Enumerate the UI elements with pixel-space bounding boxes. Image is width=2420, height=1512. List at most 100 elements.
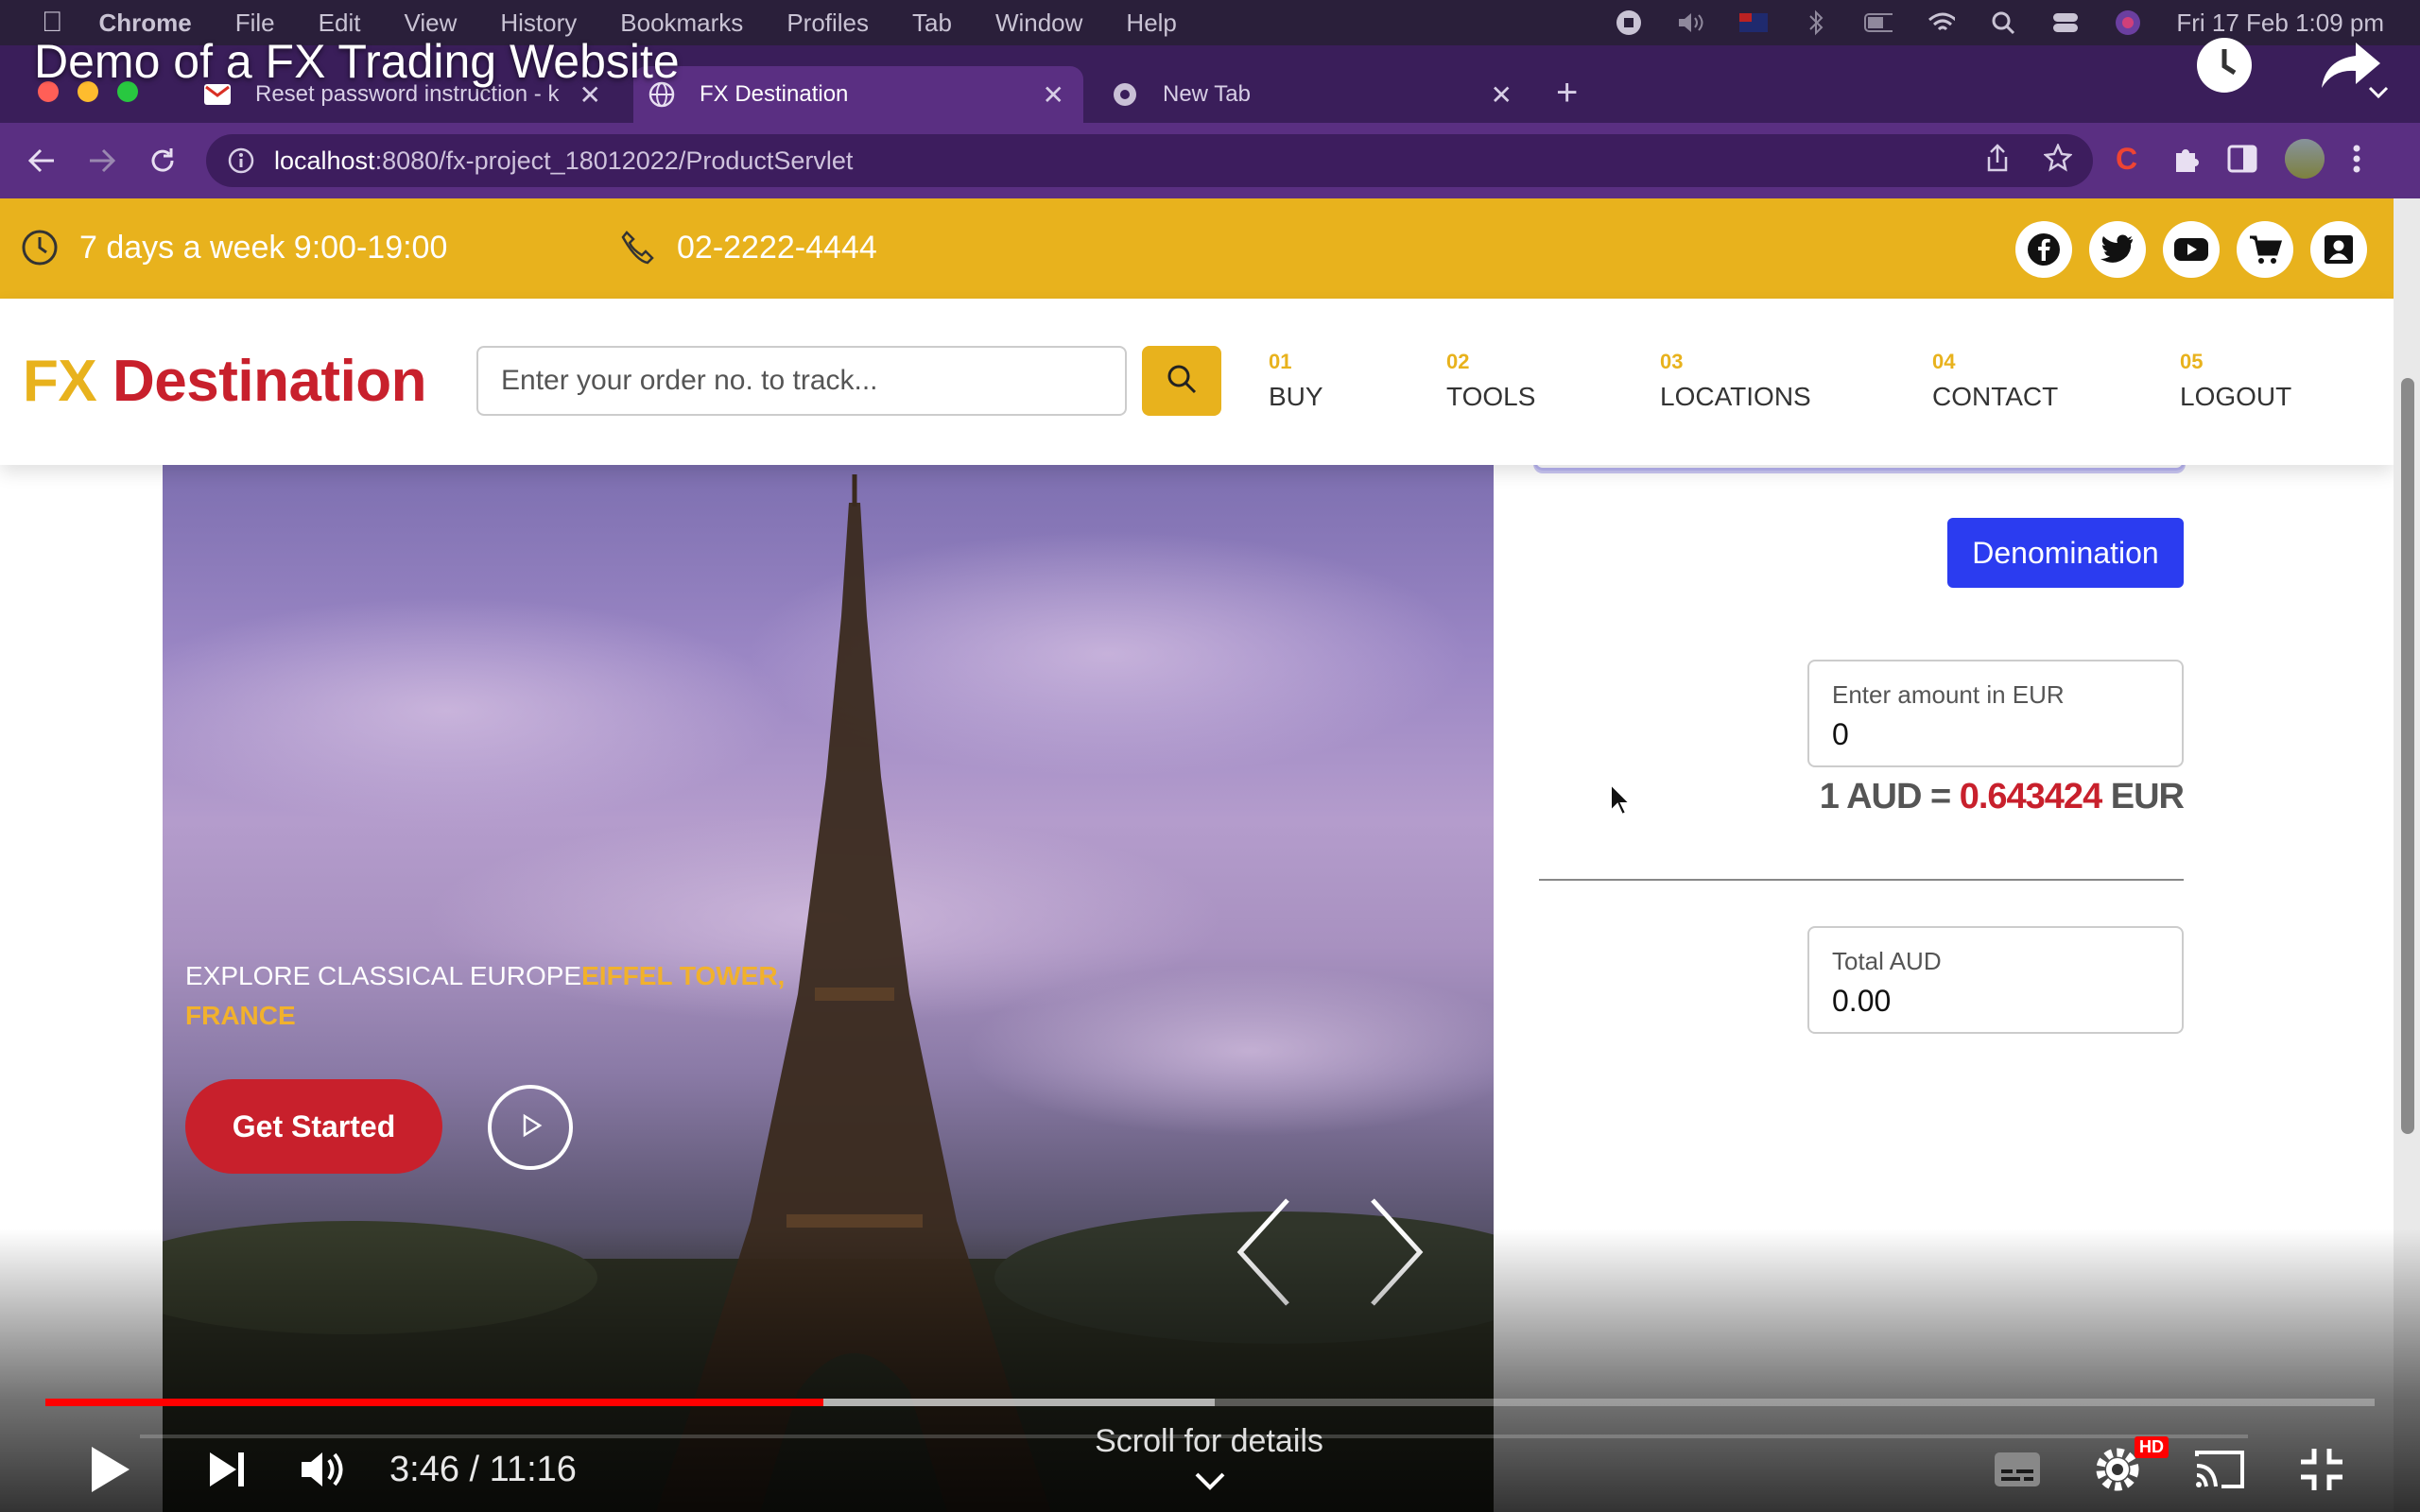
progress-played <box>45 1399 823 1406</box>
amount-eur-value[interactable]: 0 <box>1832 717 2159 752</box>
page-scrollbar[interactable] <box>2394 198 2420 1512</box>
nav-item-contact[interactable]: 04 CONTACT <box>1932 350 2058 412</box>
get-started-button[interactable]: Get Started <box>185 1079 442 1174</box>
close-icon[interactable]: ✕ <box>1043 79 1064 111</box>
url-path: :8080/fx-project_18012022/ProductServlet <box>374 146 854 175</box>
tab-fx-destination[interactable]: FX Destination ✕ <box>633 66 1083 123</box>
video-title[interactable]: Demo of a FX Trading Website <box>34 34 680 89</box>
profile-avatar[interactable] <box>2284 138 2325 184</box>
nav-item-tools[interactable]: 02 TOOLS <box>1446 350 1535 412</box>
time-display: 3:46 / 11:16 <box>389 1450 577 1489</box>
menu-history[interactable]: History <box>500 9 577 38</box>
cart-icon[interactable] <box>2237 221 2293 278</box>
main-content: EXPLORE CLASSICAL EUROPEEIFFEL TOWER, FR… <box>0 446 2394 1512</box>
tab-label: New Tab <box>1163 81 1251 107</box>
menu-bookmarks[interactable]: Bookmarks <box>620 9 743 38</box>
bookmark-star-icon[interactable] <box>2043 142 2073 179</box>
menu-help[interactable]: Help <box>1126 9 1176 38</box>
address-bar[interactable]: localhost:8080/fx-project_18012022/Produ… <box>206 134 2093 187</box>
back-icon[interactable] <box>21 140 62 181</box>
business-hours: 7 days a week 9:00-19:00 <box>21 229 447 266</box>
rate-value: 0.643424 <box>1959 777 2102 816</box>
total-aud-label: Total AUD <box>1832 947 1942 975</box>
exit-fullscreen-icon[interactable] <box>2293 1436 2350 1503</box>
divider <box>1539 879 2184 881</box>
close-icon[interactable]: ✕ <box>1491 79 1512 111</box>
hours-text: 7 days a week 9:00-19:00 <box>79 229 448 266</box>
play-icon <box>517 1112 544 1143</box>
spotlight-search-icon[interactable] <box>1989 10 2017 35</box>
chrome-menu-icon[interactable] <box>2352 144 2361 179</box>
nav-item-locations[interactable]: 03 LOCATIONS <box>1660 350 1811 412</box>
play-video-button[interactable] <box>488 1085 573 1170</box>
mouse-cursor-icon <box>1609 782 1633 816</box>
amount-eur-field[interactable]: Enter amount in EUR 0 <box>1807 660 2184 767</box>
site-info-icon[interactable] <box>227 146 255 175</box>
hd-badge: HD <box>2135 1436 2169 1458</box>
battery-icon[interactable] <box>1864 10 1893 35</box>
menu-profiles[interactable]: Profiles <box>786 9 869 38</box>
scrollbar-thumb[interactable] <box>2401 378 2414 1134</box>
youtube-icon[interactable] <box>2163 221 2220 278</box>
player-controls: 3:46 / 11:16 <box>0 1427 2420 1512</box>
wifi-icon[interactable] <box>1927 10 1956 35</box>
caption-main: EXPLORE CLASSICAL EUROPE <box>185 961 582 990</box>
flag-icon[interactable] <box>1739 10 1769 35</box>
exchange-rate: 1 AUD = 0.643424 EUR <box>1819 777 2185 816</box>
denomination-button[interactable]: Denomination <box>1947 518 2184 588</box>
fx-destination-page: 7 days a week 9:00-19:00 02-2222-4444 FX… <box>0 198 2394 1512</box>
twitter-icon[interactable] <box>2089 221 2146 278</box>
play-button[interactable] <box>81 1436 138 1503</box>
control-center-icon[interactable] <box>2051 10 2080 35</box>
side-panel-icon[interactable] <box>2227 145 2257 178</box>
total-aud-field[interactable]: Total AUD 0.00 <box>1807 926 2184 1034</box>
hero-caption: EXPLORE CLASSICAL EUROPEEIFFEL TOWER, FR… <box>185 956 866 1036</box>
extension-c-icon[interactable]: C <box>2112 142 2144 180</box>
new-tab-button[interactable]: + <box>1556 72 1578 113</box>
menubar-clock[interactable]: Fri 17 Feb 1:09 pm <box>2176 9 2384 38</box>
phone-text: 02-2222-4444 <box>677 229 877 266</box>
video-progress-bar[interactable] <box>45 1399 2375 1406</box>
menu-edit[interactable]: Edit <box>319 9 361 38</box>
forward-icon[interactable] <box>81 140 123 181</box>
account-icon[interactable] <box>2310 221 2367 278</box>
total-aud-value: 0.00 <box>1832 984 1892 1018</box>
tab-new-tab[interactable]: New Tab ✕ <box>1097 66 1531 123</box>
phone-icon <box>618 229 656 266</box>
slider-prev-arrow[interactable] <box>1231 1191 1297 1314</box>
menu-tab[interactable]: Tab <box>912 9 952 38</box>
info-top-bar: 7 days a week 9:00-19:00 02-2222-4444 <box>0 198 2394 299</box>
order-tracking-input[interactable] <box>476 346 1127 416</box>
extensions-puzzle-icon[interactable] <box>2170 144 2201 179</box>
facebook-icon[interactable] <box>2015 221 2072 278</box>
bluetooth-icon[interactable] <box>1802 9 1830 36</box>
reload-icon[interactable] <box>142 140 183 181</box>
phone-number[interactable]: 02-2222-4444 <box>618 229 877 266</box>
siri-icon[interactable] <box>2114 10 2142 35</box>
tab-label: FX Destination <box>700 81 849 107</box>
nav-item-buy[interactable]: 01 BUY <box>1269 350 1323 412</box>
site-header: FX Destination 01BUY 02TOOLS 03LOCATIONS… <box>0 299 2394 465</box>
menu-app-chrome[interactable]: Chrome <box>99 9 192 38</box>
cast-icon[interactable] <box>2191 1436 2248 1503</box>
search-icon <box>1166 363 1198 400</box>
subtitles-icon[interactable] <box>1989 1436 2046 1503</box>
chevron-down-icon[interactable] <box>2367 85 2390 100</box>
site-logo[interactable]: FX Destination <box>23 348 427 415</box>
menu-file[interactable]: File <box>235 9 275 38</box>
search-button[interactable] <box>1142 346 1221 416</box>
menu-view[interactable]: View <box>404 9 457 38</box>
clock-icon <box>21 229 59 266</box>
chrome-icon <box>1112 81 1138 108</box>
amount-eur-label: Enter amount in EUR <box>1832 680 2065 709</box>
screen-record-icon[interactable] <box>1615 10 1643 35</box>
menu-window[interactable]: Window <box>995 9 1082 38</box>
nav-item-logout[interactable]: 05 LOGOUT <box>2180 350 2291 412</box>
share-icon[interactable] <box>1985 143 2010 179</box>
volume-icon[interactable] <box>295 1436 352 1503</box>
watch-later-icon[interactable] <box>2195 36 2254 99</box>
next-video-icon[interactable] <box>199 1436 255 1503</box>
slider-next-arrow[interactable] <box>1363 1191 1429 1314</box>
hero-slider: EXPLORE CLASSICAL EUROPEEIFFEL TOWER, FR… <box>163 465 1494 1512</box>
volume-icon[interactable] <box>1677 10 1705 35</box>
